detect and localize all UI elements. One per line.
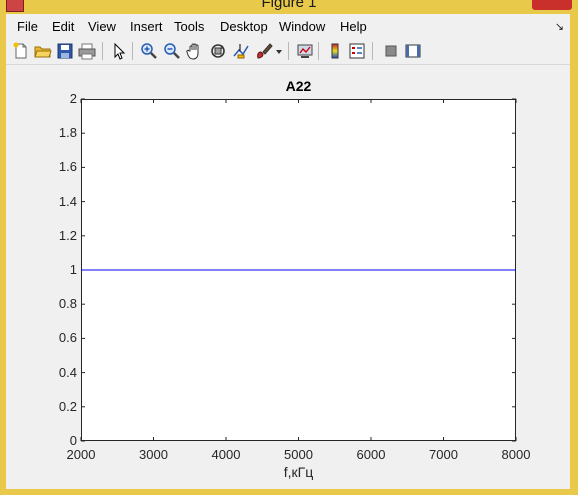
rotate-3d-icon[interactable]: [209, 42, 227, 60]
save-icon[interactable]: [56, 42, 74, 60]
print-icon[interactable]: [78, 42, 96, 60]
window-title: Figure 1: [261, 0, 317, 11]
y-tick-label: 1.8: [58, 125, 77, 141]
menu-help[interactable]: Help: [340, 19, 367, 34]
open-file-icon[interactable]: [34, 42, 52, 60]
line-chart: [80, 98, 517, 442]
dock-arrow-icon[interactable]: ↘: [555, 20, 564, 33]
insert-legend-icon[interactable]: [348, 42, 366, 60]
menu-insert[interactable]: Insert: [130, 19, 163, 34]
x-tick-label: 2000: [66, 447, 96, 462]
menu-file[interactable]: File: [17, 19, 38, 34]
y-tick-label: 2: [69, 91, 77, 106]
menu-tools[interactable]: Tools: [174, 19, 204, 34]
x-tick-label: 4000: [211, 447, 241, 462]
x-axis-label: f,кГц: [283, 464, 314, 480]
brush-dropdown-icon[interactable]: [274, 42, 284, 60]
brush-icon[interactable]: [255, 42, 273, 60]
toolbar-separator: [372, 42, 373, 60]
figure-toolbar: [6, 38, 570, 65]
figure-window: File Edit View Insert Tools Desktop Wind…: [6, 14, 570, 489]
y-tick-label: 1: [69, 262, 77, 277]
link-plot-icon[interactable]: [296, 42, 314, 60]
select-arrow-icon[interactable]: [110, 42, 128, 60]
toolbar-separator: [288, 42, 289, 60]
x-tick-label: 3000: [139, 447, 168, 462]
zoom-in-icon[interactable]: [140, 42, 158, 60]
y-tick-label: 0.2: [58, 398, 77, 414]
toolbar-separator: [102, 42, 103, 60]
y-tick-label: 0.8: [58, 296, 77, 312]
window-titlebar: Figure 1: [0, 0, 578, 14]
figure-canvas: A22 0 0.2 0.4 0.6 0.8 1 1.2 1.4 1.6 1.8 2 2000 3000…: [6, 65, 570, 489]
menu-view[interactable]: View: [88, 19, 116, 34]
menu-edit[interactable]: Edit: [52, 19, 74, 34]
hide-plot-tools-icon[interactable]: [382, 42, 400, 60]
data-cursor-icon[interactable]: [232, 42, 250, 60]
close-window-button[interactable]: [532, 0, 572, 10]
toolbar-separator: [132, 42, 133, 60]
y-tick-label: 1.6: [58, 159, 77, 175]
menu-window[interactable]: Window: [279, 19, 325, 34]
x-tick-label: 6000: [356, 447, 386, 462]
x-tick-label: 5000: [284, 447, 313, 462]
show-plot-tools-icon[interactable]: [404, 42, 422, 60]
zoom-out-icon[interactable]: [163, 42, 181, 60]
toolbar-separator: [318, 42, 319, 60]
y-tick-label: 0: [69, 433, 77, 448]
y-tick-label: 0.6: [58, 330, 77, 346]
menu-desktop[interactable]: Desktop: [220, 19, 268, 34]
y-tick-label: 1.2: [58, 227, 77, 243]
axes-title: A22: [285, 78, 312, 94]
pan-hand-icon[interactable]: [186, 42, 204, 60]
new-figure-icon[interactable]: [12, 42, 30, 60]
menu-bar: File Edit View Insert Tools Desktop Wind…: [6, 14, 570, 38]
x-tick-label: 7000: [429, 447, 458, 462]
y-tick-label: 0.4: [58, 364, 77, 380]
insert-colorbar-icon[interactable]: [326, 42, 344, 60]
x-tick-label: 8000: [501, 447, 531, 462]
y-tick-label: 1.4: [58, 193, 77, 209]
